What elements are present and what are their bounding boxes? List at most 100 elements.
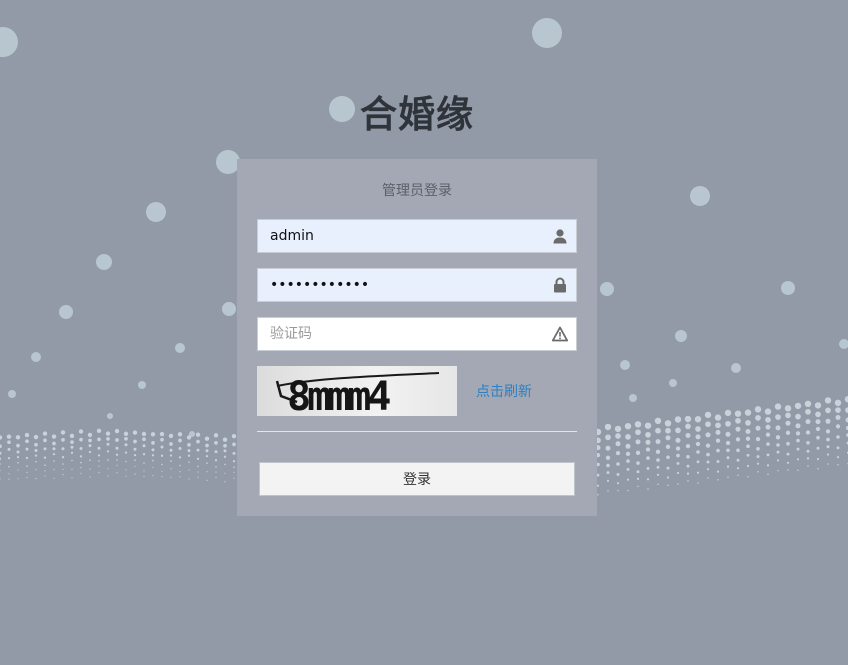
background-dot bbox=[115, 438, 119, 442]
background-dot bbox=[115, 446, 119, 450]
background-dot bbox=[70, 451, 74, 455]
background-dot bbox=[665, 427, 671, 434]
password-input[interactable] bbox=[258, 269, 540, 301]
background-dot bbox=[197, 471, 199, 473]
background-dot bbox=[625, 434, 631, 440]
background-dot bbox=[79, 437, 83, 442]
background-dot bbox=[8, 466, 10, 468]
background-dot bbox=[826, 453, 830, 456]
username-input[interactable] bbox=[258, 220, 540, 252]
background-dot bbox=[696, 471, 700, 474]
background-dot bbox=[645, 447, 651, 452]
background-dot bbox=[596, 484, 600, 487]
background-dot bbox=[676, 471, 680, 475]
background-dot bbox=[677, 483, 679, 485]
background-dot bbox=[826, 445, 830, 449]
background-dot bbox=[143, 475, 145, 478]
login-button[interactable]: 登录 bbox=[259, 462, 575, 496]
background-dot bbox=[836, 435, 840, 439]
background-dot bbox=[206, 462, 208, 464]
background-dot bbox=[42, 431, 48, 436]
background-dot bbox=[625, 443, 631, 449]
background-bubble bbox=[600, 282, 614, 296]
background-dot bbox=[696, 450, 700, 454]
login-page: 合婚缘 管理员登录 admin •••••••••••• 验证码 8mmm4 点… bbox=[0, 0, 848, 665]
captcha-input[interactable] bbox=[258, 318, 540, 350]
background-bubble bbox=[675, 330, 687, 342]
background-dot bbox=[775, 435, 781, 440]
background-dot bbox=[765, 432, 771, 437]
background-dot bbox=[233, 471, 235, 473]
background-dot bbox=[124, 451, 128, 454]
background-dot bbox=[715, 438, 721, 443]
refresh-captcha-link[interactable]: 点击刷新 bbox=[476, 381, 532, 401]
background-dot bbox=[97, 454, 101, 457]
background-dot bbox=[735, 426, 741, 432]
background-dot bbox=[7, 447, 11, 451]
background-dot bbox=[816, 457, 820, 461]
background-dot bbox=[16, 455, 20, 459]
background-dot bbox=[635, 429, 641, 436]
background-bubble bbox=[138, 381, 146, 389]
login-panel: 管理员登录 admin •••••••••••• 验证码 8mmm4 点击刷新 … bbox=[237, 159, 597, 516]
background-dot bbox=[764, 408, 772, 415]
background-dot bbox=[34, 449, 38, 452]
background-dot bbox=[754, 406, 762, 413]
background-dot bbox=[96, 428, 102, 433]
background-dot bbox=[133, 453, 137, 457]
warning-icon bbox=[552, 326, 568, 342]
background-dot bbox=[645, 431, 651, 438]
background-dot bbox=[787, 469, 789, 471]
background-dot bbox=[774, 403, 782, 410]
background-dot bbox=[152, 475, 154, 477]
background-dot bbox=[71, 468, 73, 470]
background-dot bbox=[17, 478, 19, 480]
background-dot bbox=[695, 434, 701, 440]
captcha-image[interactable]: 8mmm4 bbox=[257, 366, 457, 420]
background-dot bbox=[116, 459, 118, 461]
background-dot bbox=[597, 494, 599, 496]
background-dot bbox=[89, 459, 91, 462]
background-dot bbox=[33, 434, 39, 440]
background-dot bbox=[756, 455, 760, 459]
captcha-text: 8mmm4 bbox=[287, 374, 390, 416]
background-dot bbox=[125, 469, 127, 471]
background-dot bbox=[806, 449, 810, 453]
background-dot bbox=[825, 407, 831, 414]
background-dot bbox=[626, 478, 630, 481]
background-dot bbox=[43, 447, 47, 451]
background-dot bbox=[25, 447, 29, 451]
background-dot bbox=[0, 463, 1, 465]
background-dot bbox=[707, 477, 709, 479]
background-dot bbox=[89, 476, 91, 478]
background-dot bbox=[635, 450, 641, 455]
background-dot bbox=[214, 459, 218, 462]
background-dot bbox=[134, 459, 136, 462]
background-dot bbox=[142, 444, 146, 448]
background-dot bbox=[794, 402, 802, 410]
background-dot bbox=[665, 435, 671, 441]
background-dot bbox=[606, 471, 610, 475]
background-dot bbox=[816, 435, 820, 440]
background-dot bbox=[107, 459, 109, 461]
background-dot bbox=[814, 402, 822, 409]
background-dot bbox=[115, 453, 119, 456]
background-dot bbox=[98, 460, 100, 462]
background-dot bbox=[224, 481, 226, 483]
background-bubble bbox=[690, 186, 710, 206]
background-dot bbox=[151, 448, 155, 452]
background-dot bbox=[734, 410, 742, 417]
background-dot bbox=[747, 475, 749, 478]
background-dot bbox=[60, 430, 66, 435]
background-dot bbox=[837, 463, 839, 466]
background-dot bbox=[616, 462, 620, 466]
background-dot bbox=[784, 405, 792, 412]
background-dot bbox=[714, 414, 722, 421]
background-dot bbox=[715, 422, 721, 429]
password-field bbox=[257, 268, 577, 302]
background-dot bbox=[0, 478, 1, 480]
background-dot bbox=[695, 426, 701, 432]
background-bubble bbox=[175, 343, 185, 353]
background-dot bbox=[161, 470, 163, 472]
background-dot bbox=[616, 482, 620, 485]
